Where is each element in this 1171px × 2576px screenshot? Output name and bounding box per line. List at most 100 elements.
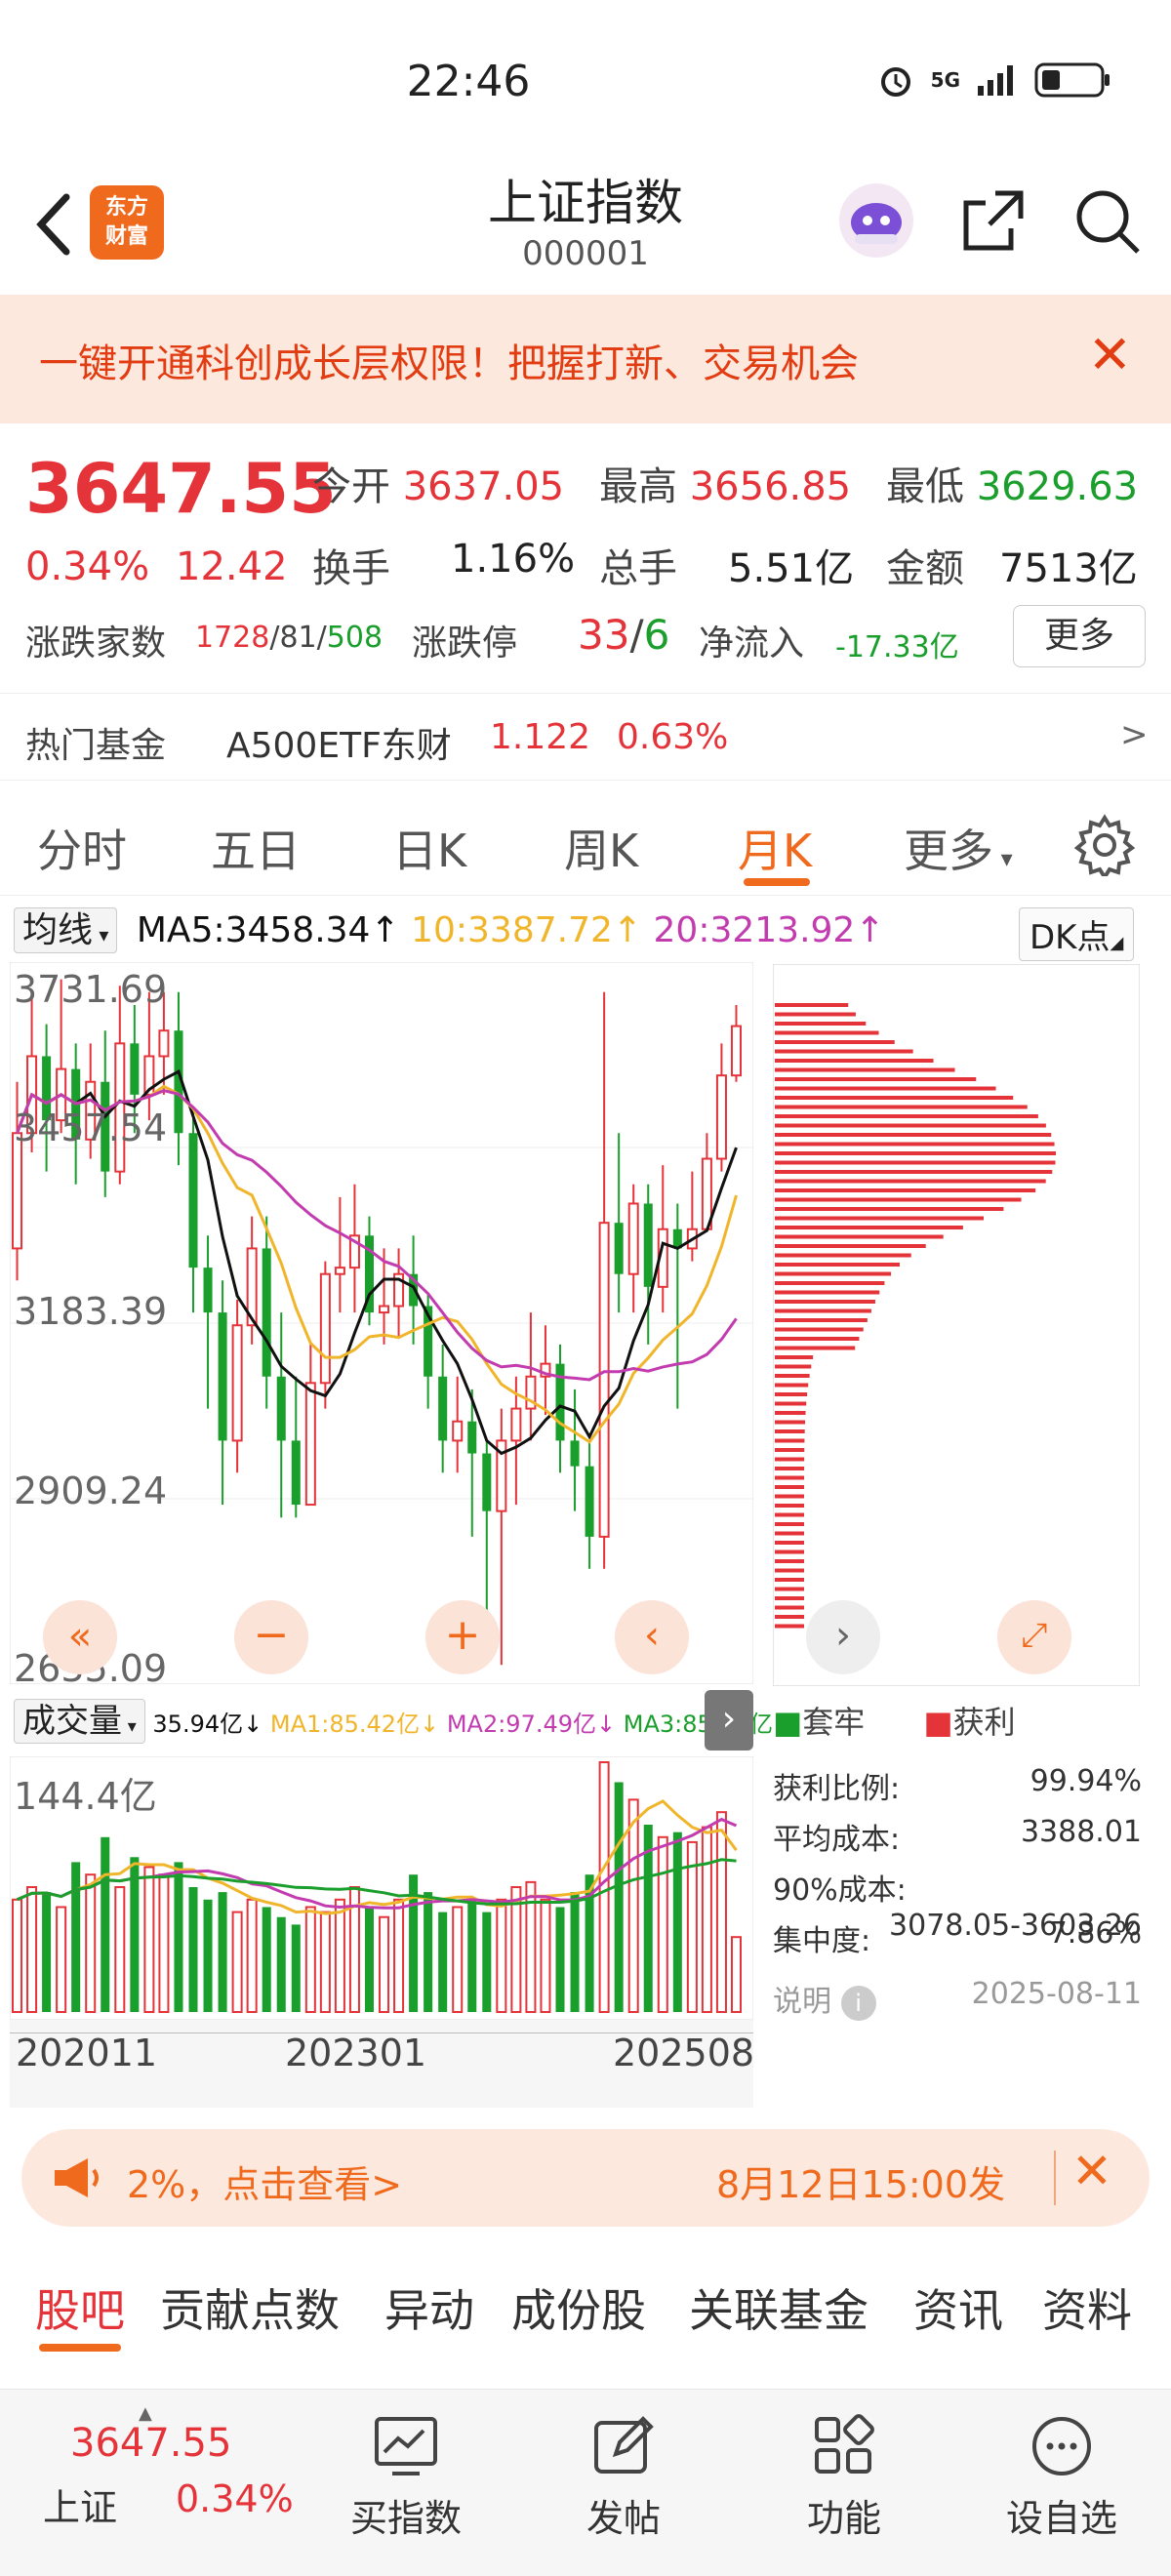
candle-body bbox=[12, 1132, 23, 1250]
chip-bar bbox=[775, 1401, 807, 1406]
scroll-left-icon[interactable]: ‹ bbox=[615, 1600, 689, 1674]
high-label: 最高 bbox=[599, 464, 677, 509]
footer-quote[interactable]: ▲ 3647.55 上证 0.34% bbox=[0, 2390, 294, 2576]
current-price: 3647.55 bbox=[25, 449, 337, 529]
chip-bar bbox=[775, 1179, 1046, 1184]
footer-name: 上证 bbox=[43, 2486, 118, 2529]
tab-daily-k[interactable]: 日K bbox=[392, 816, 466, 880]
profile-date: 2025-08-11 bbox=[971, 1977, 1142, 2011]
chip-bar bbox=[775, 1578, 804, 1582]
note-label[interactable]: 说明 bbox=[773, 1985, 831, 2019]
chip-bar bbox=[775, 1040, 895, 1044]
zoom-out-icon[interactable]: − bbox=[234, 1600, 308, 1674]
scroll-left-double-icon[interactable]: « bbox=[43, 1600, 117, 1674]
tab-constituents[interactable]: 成份股 bbox=[511, 2275, 646, 2340]
tab-monthly-k[interactable]: 月K bbox=[738, 816, 812, 880]
volume-bar bbox=[291, 1924, 301, 2012]
buy-index-button[interactable]: 买指数 bbox=[338, 2390, 474, 2576]
volume-bar bbox=[393, 1898, 405, 2013]
volume-bar bbox=[114, 1886, 126, 2013]
stat-row: 集中度: 7.86% bbox=[773, 1916, 1142, 1958]
promo-banner[interactable]: 一键开通科创成长层权限！把握打新、交易机会 ✕ bbox=[0, 295, 1171, 423]
volume-bar bbox=[246, 1898, 258, 2013]
volume-bar bbox=[540, 1898, 551, 2013]
robot-avatar-icon[interactable] bbox=[835, 180, 917, 262]
functions-button[interactable]: 功能 bbox=[781, 2390, 908, 2576]
volume-bar bbox=[71, 1862, 81, 2012]
chip-bar bbox=[775, 1411, 806, 1415]
hot-fund-row[interactable]: 热门基金 A500ETF东财 1.122 0.63% > bbox=[0, 693, 1171, 781]
tab-intraday[interactable]: 分时 bbox=[37, 816, 127, 880]
chip-bar bbox=[775, 1355, 814, 1359]
zoom-in-icon[interactable]: + bbox=[425, 1600, 500, 1674]
chip-bar bbox=[775, 1300, 875, 1304]
collapse-arrow-icon[interactable]: › bbox=[705, 1690, 753, 1751]
info-icon[interactable]: i bbox=[840, 1986, 876, 2021]
ma-select[interactable]: 均线 ▾ bbox=[14, 907, 118, 953]
volume-bar bbox=[56, 1906, 67, 2013]
stat-row: 平均成本: 3388.01 bbox=[773, 1815, 1142, 1857]
tab-guba[interactable]: 股吧 bbox=[35, 2275, 125, 2340]
candle-body bbox=[203, 1268, 213, 1313]
chip-bar bbox=[775, 1216, 984, 1221]
chip-bar bbox=[775, 1346, 856, 1350]
hot-fund-pct: 0.63% bbox=[617, 717, 729, 757]
chip-bar bbox=[775, 1067, 955, 1072]
chip-bar bbox=[775, 1438, 805, 1443]
volume-bar bbox=[467, 1899, 477, 2012]
axis-label-max: 3731.69 bbox=[14, 968, 168, 1011]
banner-text[interactable]: 一键开通科创成长层权限！把握打新、交易机会 bbox=[39, 332, 859, 388]
close-icon[interactable]: ✕ bbox=[1088, 324, 1132, 385]
stat-row: 获利比例: 99.94% bbox=[773, 1764, 1142, 1806]
volume-bar bbox=[672, 1831, 682, 2012]
chevron-right-icon[interactable]: > bbox=[1120, 715, 1149, 754]
volume-bar bbox=[570, 1892, 580, 2012]
volume-bar bbox=[130, 1857, 140, 2012]
more-button[interactable]: 更多 bbox=[1013, 605, 1146, 667]
chip-bar bbox=[775, 1615, 804, 1619]
bottom-toolbar: ▲ 3647.55 上证 0.34% 买指数 发帖 功能 设自选 bbox=[0, 2389, 1171, 2576]
search-icon[interactable] bbox=[1070, 183, 1144, 258]
volume-bar bbox=[715, 1811, 727, 2014]
volume-bar bbox=[276, 1916, 286, 2012]
volume-bar bbox=[262, 1907, 271, 2012]
expand-icon[interactable]: ⤢ bbox=[997, 1600, 1071, 1674]
tab-more[interactable]: 更多 ▾ bbox=[904, 816, 1013, 880]
turnover-label: 换手 bbox=[312, 546, 390, 591]
volume-bar bbox=[627, 1798, 639, 2014]
chevron-right-icon[interactable]: › bbox=[806, 1600, 880, 1674]
tab-news[interactable]: 资讯 bbox=[913, 2275, 1003, 2340]
inflow-value: -17.33亿 bbox=[835, 630, 959, 664]
axis-label-4: 2909.24 bbox=[14, 1469, 168, 1512]
chip-bar bbox=[775, 1022, 867, 1026]
candle-body bbox=[614, 1223, 624, 1274]
volume-select[interactable]: 成交量 ▾ bbox=[14, 1699, 145, 1744]
chip-bar bbox=[775, 1420, 806, 1425]
tab-weekly-k[interactable]: 周K bbox=[564, 816, 638, 880]
nav-bar: 东方 财富 上证指数 000001 bbox=[0, 156, 1171, 293]
notice-text[interactable]: 2%，点击查看> bbox=[127, 2154, 402, 2208]
volume-bar bbox=[379, 1915, 390, 2013]
dk-point-select[interactable]: DK点◢ bbox=[1019, 907, 1135, 961]
volume-bar bbox=[334, 1898, 345, 2013]
candle-body bbox=[715, 1074, 727, 1160]
ma20-label: 20:3213.92↑ bbox=[653, 910, 885, 950]
tab-5day[interactable]: 五日 bbox=[211, 816, 301, 880]
tab-anomaly[interactable]: 异动 bbox=[384, 2275, 474, 2340]
volume-bar bbox=[482, 1912, 492, 2012]
chip-bar bbox=[775, 1383, 809, 1388]
tab-profile[interactable]: 资料 bbox=[1042, 2275, 1132, 2340]
share-icon[interactable] bbox=[956, 183, 1030, 258]
volume-bar bbox=[438, 1912, 448, 2012]
close-icon[interactable]: ✕ bbox=[1071, 2143, 1112, 2199]
tab-related-funds[interactable]: 关联基金 bbox=[689, 2275, 868, 2340]
settings-gear-icon[interactable] bbox=[1073, 814, 1136, 876]
tab-contribution[interactable]: 贡献点数 bbox=[160, 2275, 340, 2340]
notice-bar[interactable]: 2%，点击查看> 8月12日15:00发 ✕ bbox=[21, 2129, 1150, 2227]
add-favorite-button[interactable]: 设自选 bbox=[993, 2390, 1130, 2576]
date-axis: 202011 202301 202508 bbox=[10, 2020, 754, 2108]
volume-bar bbox=[26, 1886, 38, 2013]
chip-bar bbox=[775, 1364, 812, 1369]
post-button[interactable]: 发帖 bbox=[560, 2390, 687, 2576]
hot-fund-name[interactable]: A500ETF东财 bbox=[226, 717, 452, 768]
